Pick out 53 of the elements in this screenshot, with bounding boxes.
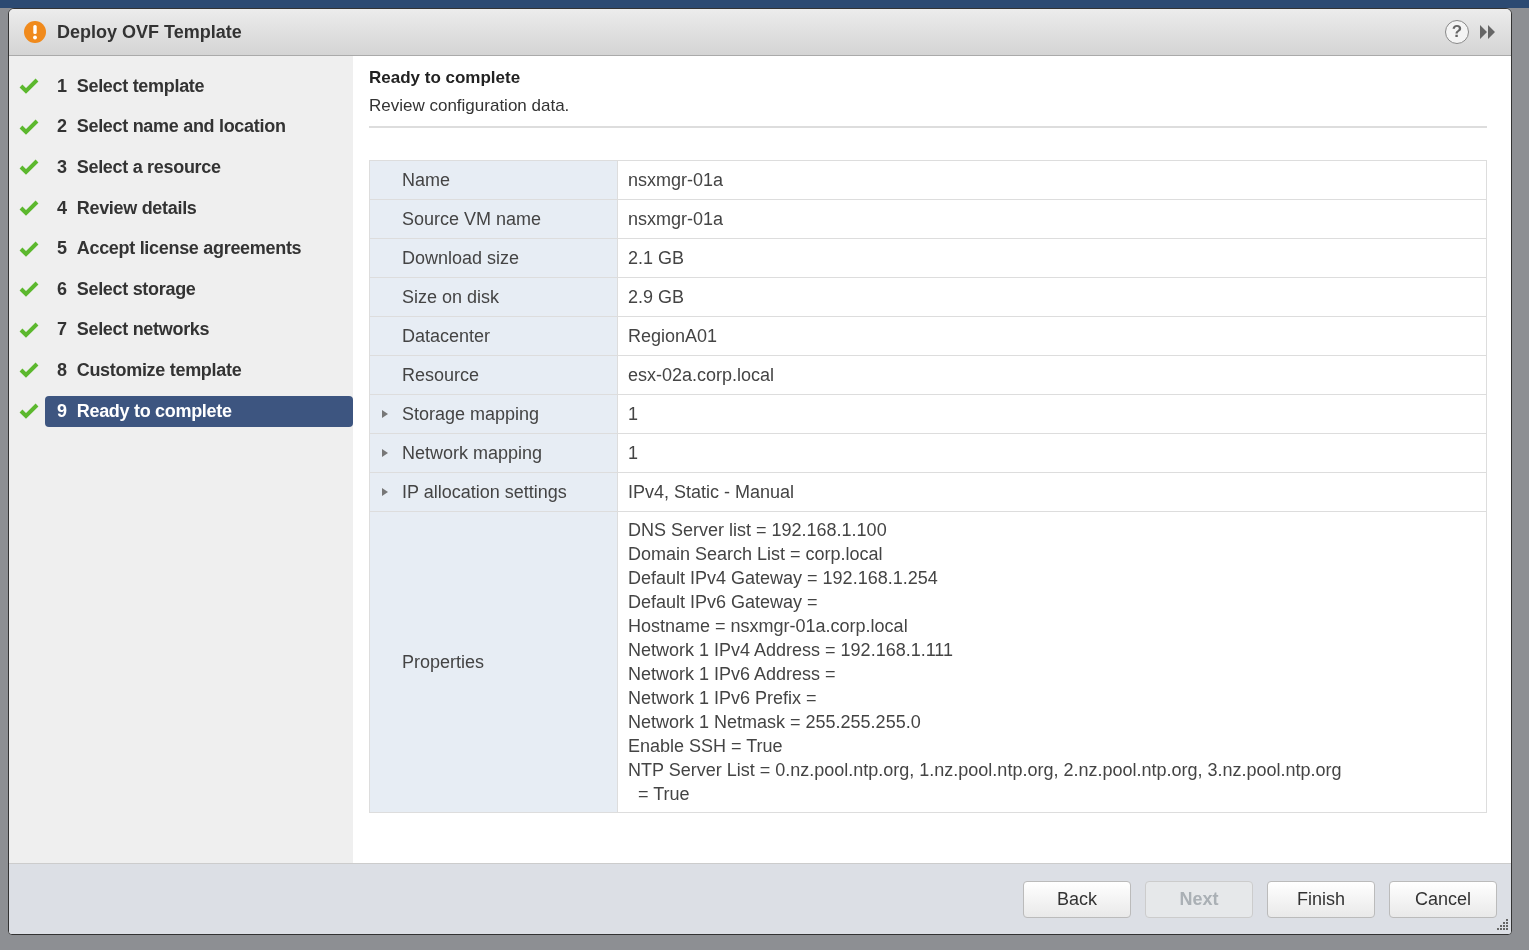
property-line: DNS Server list = 192.168.1.100	[628, 519, 888, 542]
row-value: 1	[628, 442, 638, 463]
row-value: 2.9 GB	[628, 286, 685, 307]
row-value: RegionA01	[628, 325, 718, 346]
wizard-step[interactable]: 2 Select name and location	[45, 111, 353, 143]
row-label: IP allocation settings	[402, 481, 567, 503]
property-line: Default IPv4 Gateway = 192.168.1.254	[628, 567, 939, 590]
property-line: Network 1 Netmask = 255.255.255.0	[628, 711, 922, 734]
property-line: Network 1 IPv6 Address =	[628, 663, 837, 686]
row-label: Name	[402, 169, 450, 191]
row-value: nsxmgr-01a	[628, 169, 724, 190]
wizard-step[interactable]: 7 Select networks	[45, 314, 353, 346]
property-line: Domain Search List = corp.local	[628, 543, 884, 566]
wizard-button[interactable]: Cancel	[1389, 880, 1497, 918]
wizard-step[interactable]: 5 Accept license agreements	[45, 233, 353, 265]
expand-icon[interactable]	[380, 409, 390, 419]
row-value: 1	[628, 403, 638, 424]
wizard-step[interactable]: 9 Ready to complete	[45, 395, 353, 427]
row-label: Network mapping	[402, 442, 543, 464]
row-label: Source VM name	[402, 208, 542, 230]
wizard-step[interactable]: 4 Review details	[45, 192, 353, 224]
collapse-icon[interactable]	[1479, 24, 1497, 40]
page-subtitle: Review configuration data.	[369, 96, 1487, 128]
row-label: Size on disk	[402, 286, 500, 308]
property-line: Hostname = nsxmgr-01a.corp.local	[628, 615, 909, 638]
property-line: Default IPv6 Gateway =	[628, 591, 819, 614]
row-label: Download size	[402, 247, 520, 269]
wizard-step[interactable]: 6 Select storage	[45, 273, 353, 305]
expand-icon[interactable]	[380, 487, 390, 497]
row-label: Properties	[402, 651, 485, 673]
resize-grip-icon[interactable]	[1494, 917, 1508, 931]
property-line: = True	[637, 783, 691, 806]
property-line: Network 1 IPv4 Address = 192.168.1.111	[628, 639, 955, 662]
row-label: Storage mapping	[402, 403, 540, 425]
help-button[interactable]: ?	[1445, 20, 1469, 44]
expand-icon[interactable]	[380, 448, 390, 458]
row-value: nsxmgr-01a	[628, 208, 724, 229]
row-label: Datacenter	[402, 325, 491, 347]
wizard-button[interactable]: Finish	[1267, 880, 1375, 918]
property-line: Network 1 IPv6 Prefix =	[628, 687, 818, 710]
property-line: Enable SSH = True	[628, 735, 784, 758]
row-value: 2.1 GB	[628, 247, 685, 268]
row-value: IPv4, Static - Manual	[628, 481, 795, 502]
warning-icon	[23, 20, 47, 44]
window-title: Deploy OVF Template	[57, 21, 243, 43]
wizard-button[interactable]: Back	[1023, 880, 1131, 918]
row-label: Resource	[402, 364, 480, 386]
wizard-step[interactable]: 3 Select a resource	[45, 152, 353, 183]
page-title: Ready to complete	[369, 68, 522, 88]
row-value: esx-02a.corp.local	[628, 364, 775, 385]
wizard-step[interactable]: 1 Select template	[45, 70, 353, 102]
property-line: NTP Server List = 0.nz.pool.ntp.org, 1.nz.pool.ntp.org, 2.nz.pool.ntp.org, 3.nz.pool.ntp.org	[628, 759, 1343, 782]
wizard-step[interactable]: 8 Customize template	[45, 354, 353, 386]
